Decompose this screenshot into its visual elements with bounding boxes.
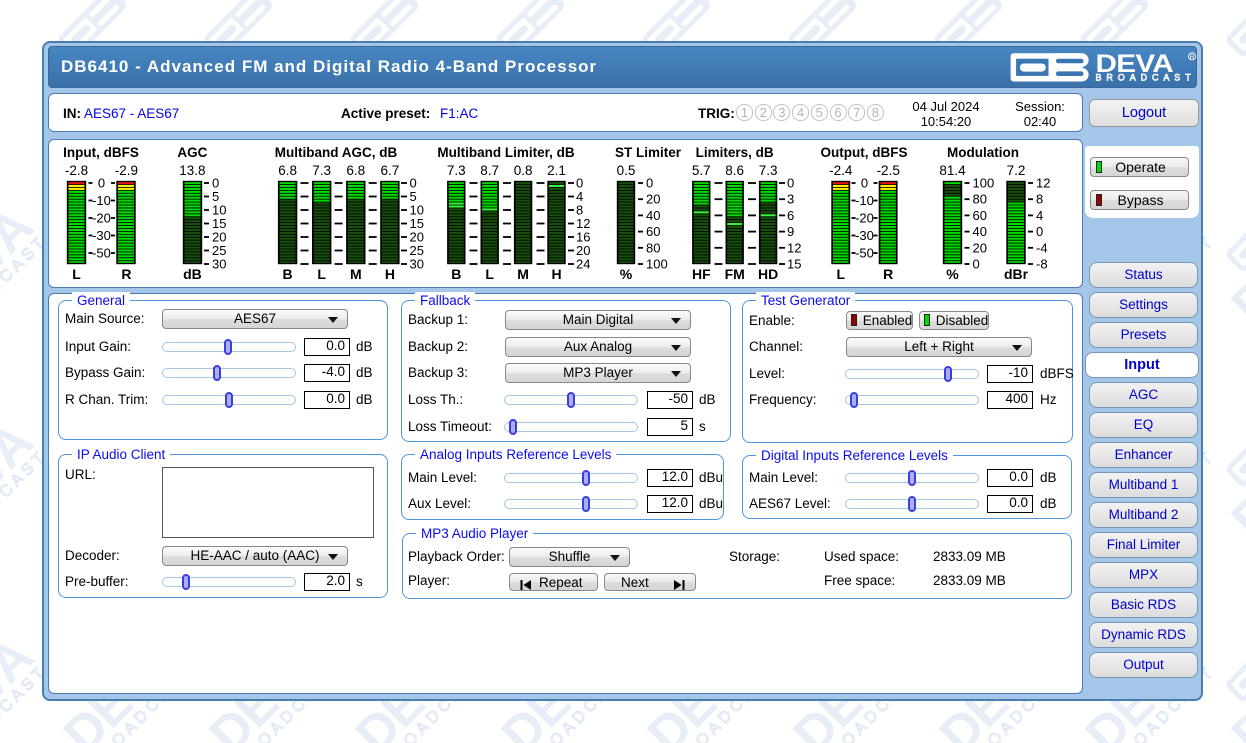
svg-text:0.5: 0.5: [617, 163, 636, 178]
svg-text:-50: -50: [855, 246, 874, 261]
svg-text:-2.9: -2.9: [115, 163, 138, 178]
svg-text:BROADCAST: BROADCAST: [1096, 73, 1196, 83]
svg-text:100: 100: [973, 176, 995, 191]
svg-text:ST Limiter: ST Limiter: [615, 145, 682, 160]
svg-text:60: 60: [973, 208, 987, 223]
svg-text:8: 8: [1036, 192, 1043, 207]
svg-text:60: 60: [646, 224, 660, 239]
svg-text:-2.8: -2.8: [65, 163, 88, 178]
svg-text:-10: -10: [855, 193, 874, 208]
svg-text:L: L: [72, 266, 81, 282]
svg-text:30: 30: [212, 257, 226, 272]
svg-text:M: M: [350, 266, 362, 282]
svg-text:0: 0: [646, 176, 653, 191]
svg-text:dB: dB: [183, 266, 202, 282]
svg-text:L: L: [837, 266, 846, 282]
svg-text:30: 30: [410, 257, 424, 272]
svg-text:7.2: 7.2: [1007, 163, 1026, 178]
svg-text:0: 0: [973, 257, 980, 272]
svg-text:15: 15: [787, 257, 801, 272]
svg-text:3: 3: [787, 192, 794, 207]
svg-text:7.3: 7.3: [759, 163, 778, 178]
svg-text:6.7: 6.7: [381, 163, 400, 178]
svg-text:R: R: [1190, 54, 1195, 61]
svg-text:Multiband AGC, dB: Multiband AGC, dB: [275, 145, 398, 160]
svg-text:R: R: [883, 266, 893, 282]
svg-text:-8: -8: [1036, 257, 1048, 272]
svg-text:HD: HD: [758, 266, 778, 282]
svg-text:7.3: 7.3: [447, 163, 466, 178]
svg-text:-2.5: -2.5: [877, 163, 900, 178]
svg-text:-2.4: -2.4: [829, 163, 853, 178]
svg-text:9: 9: [787, 224, 794, 239]
svg-text:81.4: 81.4: [939, 163, 966, 178]
svg-text:AGC: AGC: [177, 145, 207, 160]
svg-text:-20: -20: [92, 211, 111, 226]
svg-text:40: 40: [646, 208, 660, 223]
svg-text:-20: -20: [855, 211, 874, 226]
svg-text:7.3: 7.3: [312, 163, 331, 178]
svg-text:-10: -10: [92, 193, 111, 208]
svg-text:Input, dBFS: Input, dBFS: [63, 145, 139, 160]
svg-text:M: M: [517, 266, 529, 282]
svg-text:6.8: 6.8: [278, 163, 297, 178]
svg-text:24: 24: [576, 257, 590, 272]
svg-text:6: 6: [787, 208, 794, 223]
svg-text:4: 4: [1036, 208, 1043, 223]
svg-text:%: %: [946, 266, 959, 282]
svg-text:80: 80: [646, 240, 660, 255]
svg-text:Modulation: Modulation: [947, 145, 1019, 160]
svg-text:8.6: 8.6: [725, 163, 744, 178]
svg-text:B: B: [283, 266, 293, 282]
svg-text:L: L: [485, 266, 494, 282]
svg-text:R: R: [121, 266, 131, 282]
svg-text:-30: -30: [855, 228, 874, 243]
svg-text:12: 12: [787, 240, 801, 255]
svg-text:Limiters, dB: Limiters, dB: [696, 145, 774, 160]
svg-text:0: 0: [98, 176, 105, 191]
svg-text:HF: HF: [692, 266, 711, 282]
svg-text:FM: FM: [725, 266, 745, 282]
svg-text:Output, dBFS: Output, dBFS: [821, 145, 908, 160]
svg-text:dBr: dBr: [1004, 266, 1029, 282]
svg-text:5.7: 5.7: [692, 163, 711, 178]
svg-text:B: B: [451, 266, 461, 282]
svg-text:40: 40: [973, 224, 987, 239]
svg-text:20: 20: [646, 192, 660, 207]
svg-text:-50: -50: [92, 246, 111, 261]
svg-text:H: H: [385, 266, 395, 282]
svg-text:20: 20: [973, 240, 987, 255]
svg-text:-30: -30: [92, 228, 111, 243]
svg-text:6.8: 6.8: [346, 163, 365, 178]
svg-text:80: 80: [973, 192, 987, 207]
svg-text:L: L: [317, 266, 326, 282]
svg-text:2.1: 2.1: [547, 163, 566, 178]
svg-text:0.8: 0.8: [514, 163, 533, 178]
svg-text:0: 0: [861, 176, 868, 191]
svg-text:8.7: 8.7: [480, 163, 499, 178]
svg-text:-4: -4: [1036, 240, 1048, 255]
svg-text:H: H: [551, 266, 561, 282]
svg-text:0: 0: [1036, 224, 1043, 239]
svg-text:12: 12: [1036, 176, 1050, 191]
svg-text:100: 100: [646, 257, 668, 272]
svg-text:0: 0: [787, 176, 794, 191]
svg-text:%: %: [620, 266, 633, 282]
svg-text:Multiband Limiter, dB: Multiband Limiter, dB: [437, 145, 574, 160]
svg-text:13.8: 13.8: [179, 163, 205, 178]
